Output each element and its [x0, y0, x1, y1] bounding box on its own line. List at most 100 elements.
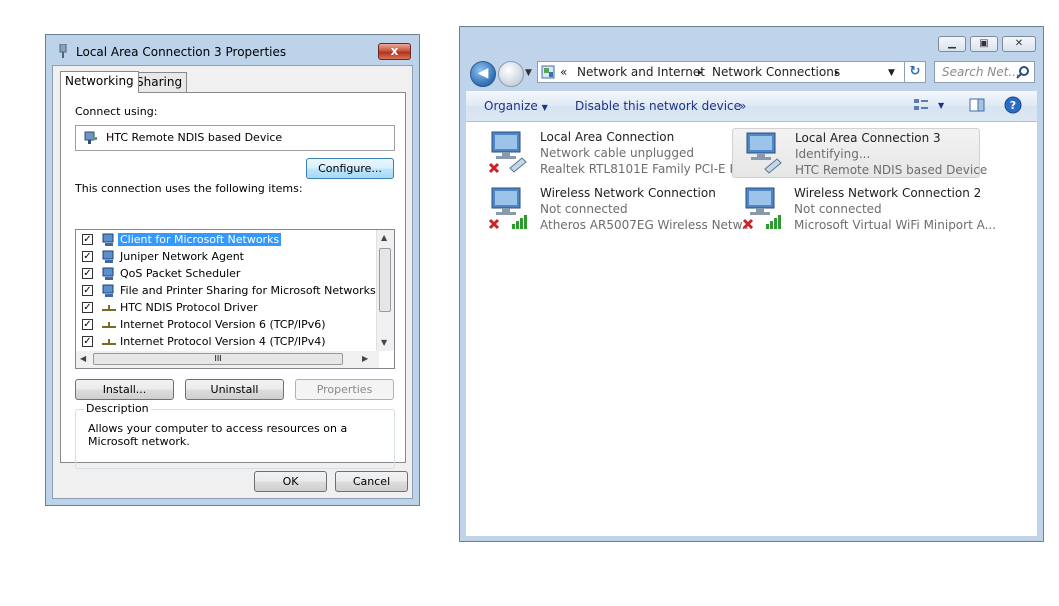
- device-name: HTC Remote NDIS based Device: [106, 131, 283, 144]
- connection-status: Not connected: [540, 202, 628, 216]
- connect-using-label: Connect using:: [75, 105, 158, 118]
- connection-wireless-network-connection[interactable]: Wireless Network Connection Not connecte…: [478, 184, 753, 234]
- protocol-icon: [102, 300, 116, 316]
- address-dropdown-icon[interactable]: ▼: [888, 68, 895, 78]
- scroll-right-icon[interactable]: ▶: [362, 354, 368, 363]
- connection-device: Microsoft Virtual WiFi Miniport A...: [794, 218, 997, 232]
- search-placeholder: Search Net...: [942, 65, 1020, 79]
- list-item[interactable]: ✓ QoS Packet Scheduler: [80, 266, 376, 283]
- refresh-button[interactable]: ↻: [904, 61, 926, 83]
- description-group: Description Allows your computer to acce…: [75, 402, 395, 469]
- breadcrumb-separator-icon[interactable]: ▸: [835, 68, 840, 78]
- scroll-left-icon[interactable]: ◀: [80, 354, 86, 363]
- connection-local-area-connection-3[interactable]: Local Area Connection 3 Identifying... H…: [732, 128, 987, 178]
- item-label: HTC NDIS Protocol Driver: [120, 301, 258, 314]
- connection-local-area-connection[interactable]: Local Area Connection Network cable unpl…: [478, 128, 754, 178]
- connection-wireless-network-connection-2[interactable]: Wireless Network Connection 2 Not connec…: [732, 184, 996, 234]
- maximize-button[interactable]: ▣: [970, 36, 998, 52]
- ok-button[interactable]: OK: [254, 471, 327, 492]
- checkbox[interactable]: ✓: [82, 319, 93, 330]
- more-commands-button[interactable]: »: [739, 99, 746, 113]
- dialog-titlebar[interactable]: Local Area Connection 3 Properties x: [46, 35, 419, 65]
- dialog-body: Networking Sharing Connect using: HTC Re…: [52, 65, 413, 499]
- address-bar[interactable]: « Network and Internet ▸ Network Connect…: [537, 61, 905, 83]
- vertical-scrollbar[interactable]: ▲ ▼: [376, 230, 394, 351]
- install-button[interactable]: Install...: [75, 379, 174, 400]
- cancel-button[interactable]: Cancel: [335, 471, 408, 492]
- connection-status: Identifying...: [795, 147, 871, 161]
- connection-device: Realtek RTL8101E Family PCI-E Fa...: [540, 162, 755, 176]
- checkbox[interactable]: ✓: [82, 285, 93, 296]
- scroll-thumb[interactable]: III: [93, 353, 343, 365]
- scroll-up-icon[interactable]: ▲: [381, 233, 387, 242]
- organize-button[interactable]: Organize ▼: [484, 99, 548, 113]
- service-icon: [102, 283, 116, 299]
- address-prefix[interactable]: «: [560, 65, 567, 79]
- wired-network-icon: [486, 130, 530, 176]
- breadcrumb-network-connections[interactable]: Network Connections: [712, 65, 840, 79]
- description-legend: Description: [84, 402, 151, 415]
- network-adapter-icon: [84, 131, 98, 145]
- disable-device-button[interactable]: Disable this network device: [575, 99, 741, 113]
- protocol-icon: [102, 317, 116, 333]
- tab-networking[interactable]: Networking: [60, 71, 139, 93]
- connection-name: Local Area Connection 3: [795, 131, 941, 145]
- close-button[interactable]: x: [378, 43, 411, 60]
- client-icon: [102, 249, 116, 265]
- forward-button[interactable]: [498, 61, 524, 87]
- list-item[interactable]: ✓ HTC NDIS Protocol Driver: [80, 300, 376, 317]
- scroll-thumb[interactable]: [379, 248, 391, 312]
- change-view-icon[interactable]: [913, 97, 929, 116]
- wireless-network-icon: [486, 186, 530, 232]
- uninstall-button[interactable]: Uninstall: [185, 379, 284, 400]
- organize-label: Organize: [484, 99, 538, 113]
- connection-status: Not connected: [794, 202, 882, 216]
- control-panel-icon: [541, 65, 555, 79]
- tab-sharing[interactable]: Sharing: [131, 72, 188, 92]
- checkbox[interactable]: ✓: [82, 302, 93, 313]
- connection-device: Atheros AR5007EG Wireless Netw...: [540, 218, 753, 232]
- breadcrumb-separator-icon[interactable]: ▸: [698, 68, 703, 78]
- service-icon: [102, 266, 116, 282]
- connection-status: Network cable unplugged: [540, 146, 695, 160]
- minimize-button[interactable]: ▁: [938, 36, 966, 52]
- preview-pane-icon[interactable]: [969, 97, 985, 116]
- item-label: Internet Protocol Version 6 (TCP/IPv6): [120, 318, 326, 331]
- configure-button[interactable]: Configure...: [306, 158, 394, 179]
- view-options-chevron-icon[interactable]: ▼: [938, 101, 944, 110]
- wired-network-icon: [741, 131, 785, 177]
- back-button[interactable]: ◀: [470, 61, 496, 87]
- connection-device: HTC Remote NDIS based Device: [795, 163, 988, 177]
- list-item[interactable]: ✓ Internet Protocol Version 4 (TCP/IPv4): [80, 334, 376, 351]
- window-close-button[interactable]: ✕: [1002, 36, 1036, 52]
- breadcrumb-network-and-internet[interactable]: Network and Internet: [577, 65, 705, 79]
- item-label: Client for Microsoft Networks: [118, 233, 282, 246]
- checkbox[interactable]: ✓: [82, 251, 93, 262]
- item-label: File and Printer Sharing for Microsoft N…: [120, 284, 376, 297]
- horizontal-scrollbar[interactable]: ◀ III ▶: [76, 351, 379, 368]
- search-icon[interactable]: [1016, 65, 1030, 79]
- network-adapter-icon: [58, 43, 68, 58]
- list-item[interactable]: ✓ Juniper Network Agent: [80, 249, 376, 266]
- chevron-down-icon: ▼: [541, 103, 548, 112]
- device-field: HTC Remote NDIS based Device: [75, 125, 395, 151]
- list-item[interactable]: ✓ Client for Microsoft Networks: [80, 232, 376, 249]
- properties-button[interactable]: Properties: [295, 379, 394, 400]
- checkbox[interactable]: ✓: [82, 268, 93, 279]
- checkbox[interactable]: ✓: [82, 336, 93, 347]
- scroll-down-icon[interactable]: ▼: [381, 338, 387, 347]
- properties-dialog: Local Area Connection 3 Properties x Net…: [45, 34, 420, 506]
- svg-text:?: ?: [1010, 99, 1016, 112]
- item-label: Juniper Network Agent: [120, 250, 244, 263]
- list-item[interactable]: ✓ Internet Protocol Version 6 (TCP/IPv6): [80, 317, 376, 334]
- search-input[interactable]: Search Net...: [934, 61, 1035, 83]
- items-list[interactable]: ✓ Client for Microsoft Networks ✓ Junipe…: [75, 229, 395, 369]
- checkbox[interactable]: ✓: [82, 234, 93, 245]
- client-icon: [102, 232, 116, 248]
- help-icon[interactable]: ?: [1004, 96, 1022, 117]
- dialog-title: Local Area Connection 3 Properties: [76, 45, 287, 59]
- recent-pages-icon[interactable]: ▼: [525, 68, 532, 78]
- list-item[interactable]: ✓ File and Printer Sharing for Microsoft…: [80, 283, 376, 300]
- connection-name: Wireless Network Connection: [540, 186, 716, 200]
- command-bar: Organize ▼ Disable this network device »…: [466, 91, 1037, 122]
